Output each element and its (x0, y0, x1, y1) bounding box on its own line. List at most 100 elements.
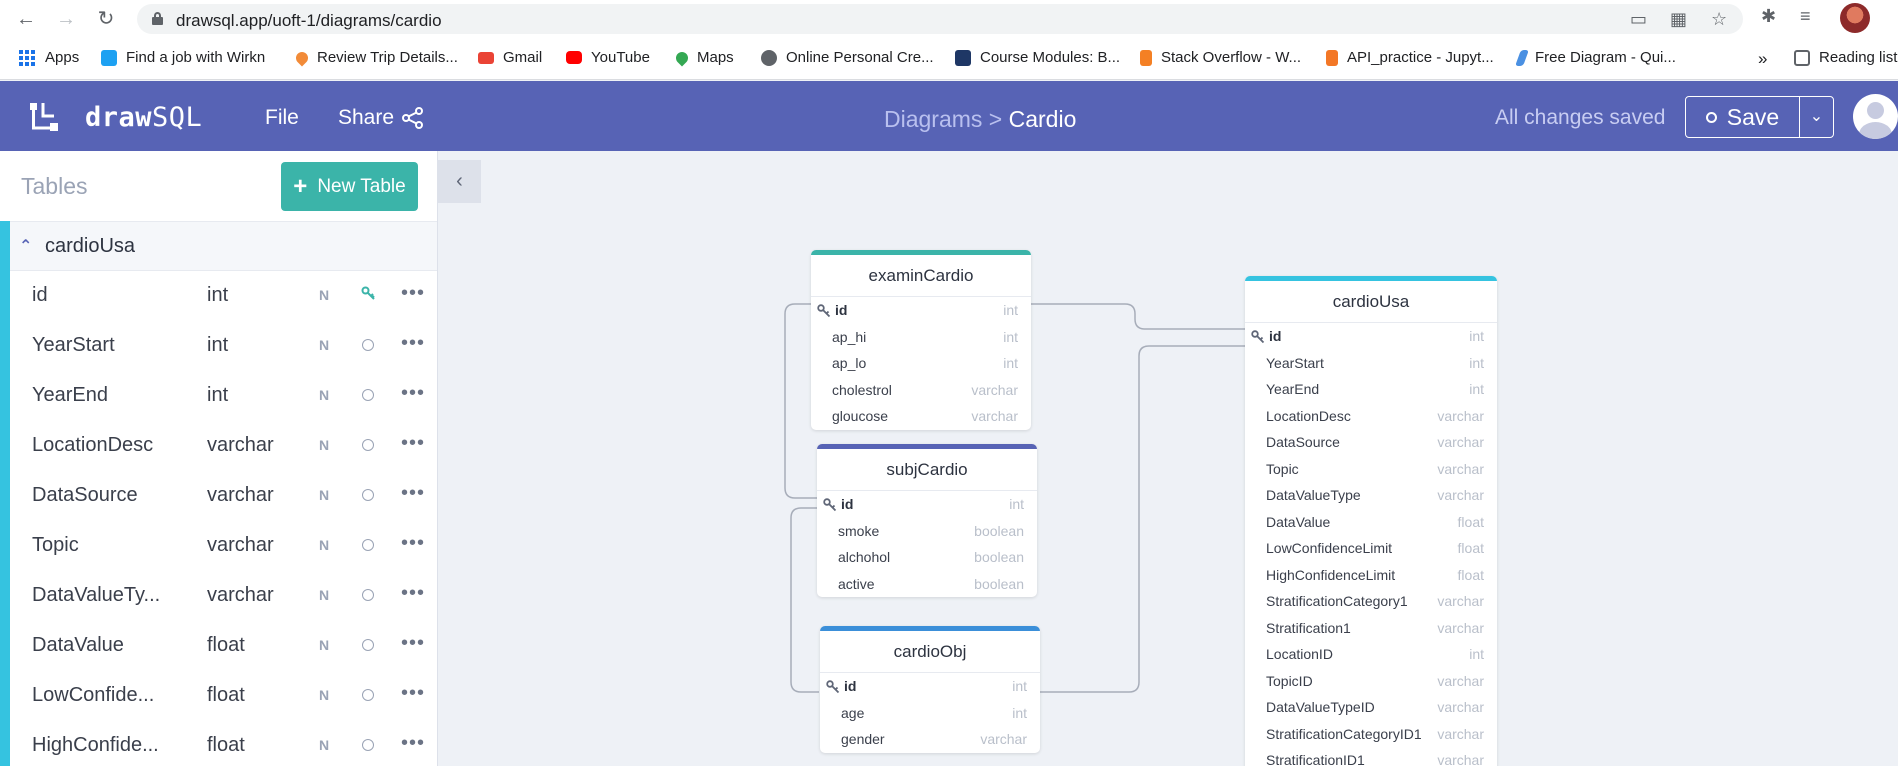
primary-key-icon[interactable] (361, 286, 376, 301)
breadcrumb-diagrams[interactable]: Diagrams > (884, 106, 1002, 132)
primary-key-toggle[interactable] (362, 739, 374, 751)
sidebar-column-row[interactable]: DataValueTy... varchar N ••• (10, 571, 437, 621)
bookmark-wirkn[interactable]: Find a job with Wirkn (101, 49, 265, 66)
save-button[interactable]: Save (1685, 96, 1800, 138)
bookmark-review-trip[interactable]: Review Trip Details... (293, 49, 458, 66)
user-avatar[interactable] (1853, 94, 1898, 139)
table-field-row[interactable]: Stratification1 varchar (1245, 615, 1497, 642)
primary-key-toggle[interactable] (362, 489, 374, 501)
table-field-row[interactable]: age int (820, 700, 1040, 727)
file-menu[interactable]: File (265, 106, 299, 130)
column-type[interactable]: varchar (207, 434, 274, 457)
table-card-subjcardio[interactable]: subjCardio id int smoke boolean alchohol boole… (817, 444, 1037, 597)
column-type[interactable]: varchar (207, 534, 274, 557)
bookmarks-overflow[interactable]: » (1758, 49, 1767, 69)
table-field-row[interactable]: active boolean (817, 571, 1037, 598)
more-options-icon[interactable]: ••• (401, 432, 425, 455)
table-card-examincardio[interactable]: examinCardio id int ap_hi int ap_lo int cholest… (811, 250, 1031, 430)
column-name[interactable]: YearEnd (32, 384, 172, 407)
nullable-toggle[interactable]: N (319, 387, 329, 403)
table-field-row[interactable]: LocationDesc varchar (1245, 403, 1497, 430)
diagram-title[interactable]: Cardio (1009, 106, 1077, 132)
column-type[interactable]: int (207, 284, 228, 307)
table-field-row[interactable]: DataValue float (1245, 509, 1497, 536)
more-options-icon[interactable]: ••• (401, 632, 425, 655)
table-field-row[interactable]: alchohol boolean (817, 544, 1037, 571)
column-type[interactable]: float (207, 634, 245, 657)
table-field-row[interactable]: DataValueTypeID varchar (1245, 694, 1497, 721)
more-options-icon[interactable]: ••• (401, 582, 425, 605)
more-options-icon[interactable]: ••• (401, 532, 425, 555)
primary-key-toggle[interactable] (362, 639, 374, 651)
column-type[interactable]: float (207, 734, 245, 757)
table-field-row[interactable]: ap_hi int (811, 324, 1031, 351)
new-table-button[interactable]: + New Table (281, 162, 418, 211)
apps-install-icon[interactable]: ▦ (1670, 9, 1687, 30)
primary-key-toggle[interactable] (362, 539, 374, 551)
table-field-row[interactable]: YearEnd int (1245, 376, 1497, 403)
url-text[interactable]: drawsql.app/uoft-1/diagrams/cardio (176, 11, 442, 31)
sidebar-column-row[interactable]: YearStart int N ••• (10, 321, 437, 371)
table-card-cardioobj[interactable]: cardioObj id int age int gender varchar (820, 626, 1040, 753)
table-title[interactable]: cardioObj (820, 631, 1040, 673)
bookmark-gmail[interactable]: Gmail (478, 49, 542, 66)
table-field-row[interactable]: Topic varchar (1245, 456, 1497, 483)
primary-key-toggle[interactable] (362, 339, 374, 351)
table-field-row[interactable]: id int (1245, 323, 1497, 350)
bookmark-star-icon[interactable]: ☆ (1711, 9, 1727, 30)
table-field-row[interactable]: smoke boolean (817, 518, 1037, 545)
bookmark-course-modules[interactable]: Course Modules: B... (955, 49, 1120, 66)
nullable-toggle[interactable]: N (319, 687, 329, 703)
table-field-row[interactable]: gloucose varchar (811, 403, 1031, 430)
table-field-row[interactable]: ap_lo int (811, 350, 1031, 377)
bookmark-apps[interactable]: Apps (19, 49, 79, 66)
more-options-icon[interactable]: ••• (401, 732, 425, 755)
nullable-toggle[interactable]: N (319, 287, 329, 303)
nullable-toggle[interactable]: N (319, 337, 329, 353)
table-title[interactable]: examinCardio (811, 255, 1031, 297)
primary-key-toggle[interactable] (362, 439, 374, 451)
column-name[interactable]: LowConfide... (32, 684, 172, 707)
more-options-icon[interactable]: ••• (401, 482, 425, 505)
table-field-row[interactable]: StratificationCategory1 varchar (1245, 588, 1497, 615)
drawsql-logo-icon[interactable] (28, 101, 60, 133)
nullable-toggle[interactable]: N (319, 487, 329, 503)
bookmark-youtube[interactable]: YouTube (566, 49, 650, 66)
more-options-icon[interactable]: ••• (401, 282, 425, 305)
back-icon[interactable]: ← (14, 7, 38, 31)
cast-icon[interactable]: ▭ (1630, 9, 1647, 30)
table-group-name[interactable]: cardioUsa (45, 235, 135, 258)
bookmark-online-personal[interactable]: Online Personal Cre... (761, 49, 934, 66)
table-field-row[interactable]: DataSource varchar (1245, 429, 1497, 456)
column-type[interactable]: int (207, 384, 228, 407)
nullable-toggle[interactable]: N (319, 737, 329, 753)
sidebar-column-row[interactable]: id int N ••• (10, 271, 437, 321)
column-name[interactable]: LocationDesc (32, 434, 172, 457)
nullable-toggle[interactable]: N (319, 637, 329, 653)
column-name[interactable]: HighConfide... (32, 734, 172, 757)
table-field-row[interactable]: StratificationID1 varchar (1245, 747, 1497, 766)
column-name[interactable]: id (32, 284, 172, 307)
primary-key-toggle[interactable] (362, 389, 374, 401)
table-title[interactable]: cardioUsa (1245, 281, 1497, 323)
table-field-row[interactable]: LocationID int (1245, 641, 1497, 668)
forward-icon[interactable]: → (54, 7, 78, 31)
table-field-row[interactable]: HighConfidenceLimit float (1245, 562, 1497, 589)
column-type[interactable]: float (207, 684, 245, 707)
bookmark-free-diagram[interactable]: Free Diagram - Qui... (1515, 49, 1676, 66)
more-options-icon[interactable]: ••• (401, 382, 425, 405)
column-name[interactable]: DataValue (32, 634, 172, 657)
sidebar-column-row[interactable]: Topic varchar N ••• (10, 521, 437, 571)
bookmark-api-practice[interactable]: API_practice - Jupyt... (1326, 49, 1494, 66)
bookmark-maps[interactable]: Maps (673, 49, 734, 66)
column-type[interactable]: varchar (207, 584, 274, 607)
media-icon[interactable]: ≡ (1800, 6, 1811, 27)
column-name[interactable]: YearStart (32, 334, 172, 357)
column-type[interactable]: varchar (207, 484, 274, 507)
table-card-cardiousa[interactable]: cardioUsa id int YearStart int YearEnd int Loca… (1245, 276, 1497, 766)
nullable-toggle[interactable]: N (319, 587, 329, 603)
table-field-row[interactable]: DataValueType varchar (1245, 482, 1497, 509)
sidebar-column-row[interactable]: DataValue float N ••• (10, 621, 437, 671)
nullable-toggle[interactable]: N (319, 437, 329, 453)
bookmark-stackoverflow[interactable]: Stack Overflow - W... (1140, 49, 1301, 66)
